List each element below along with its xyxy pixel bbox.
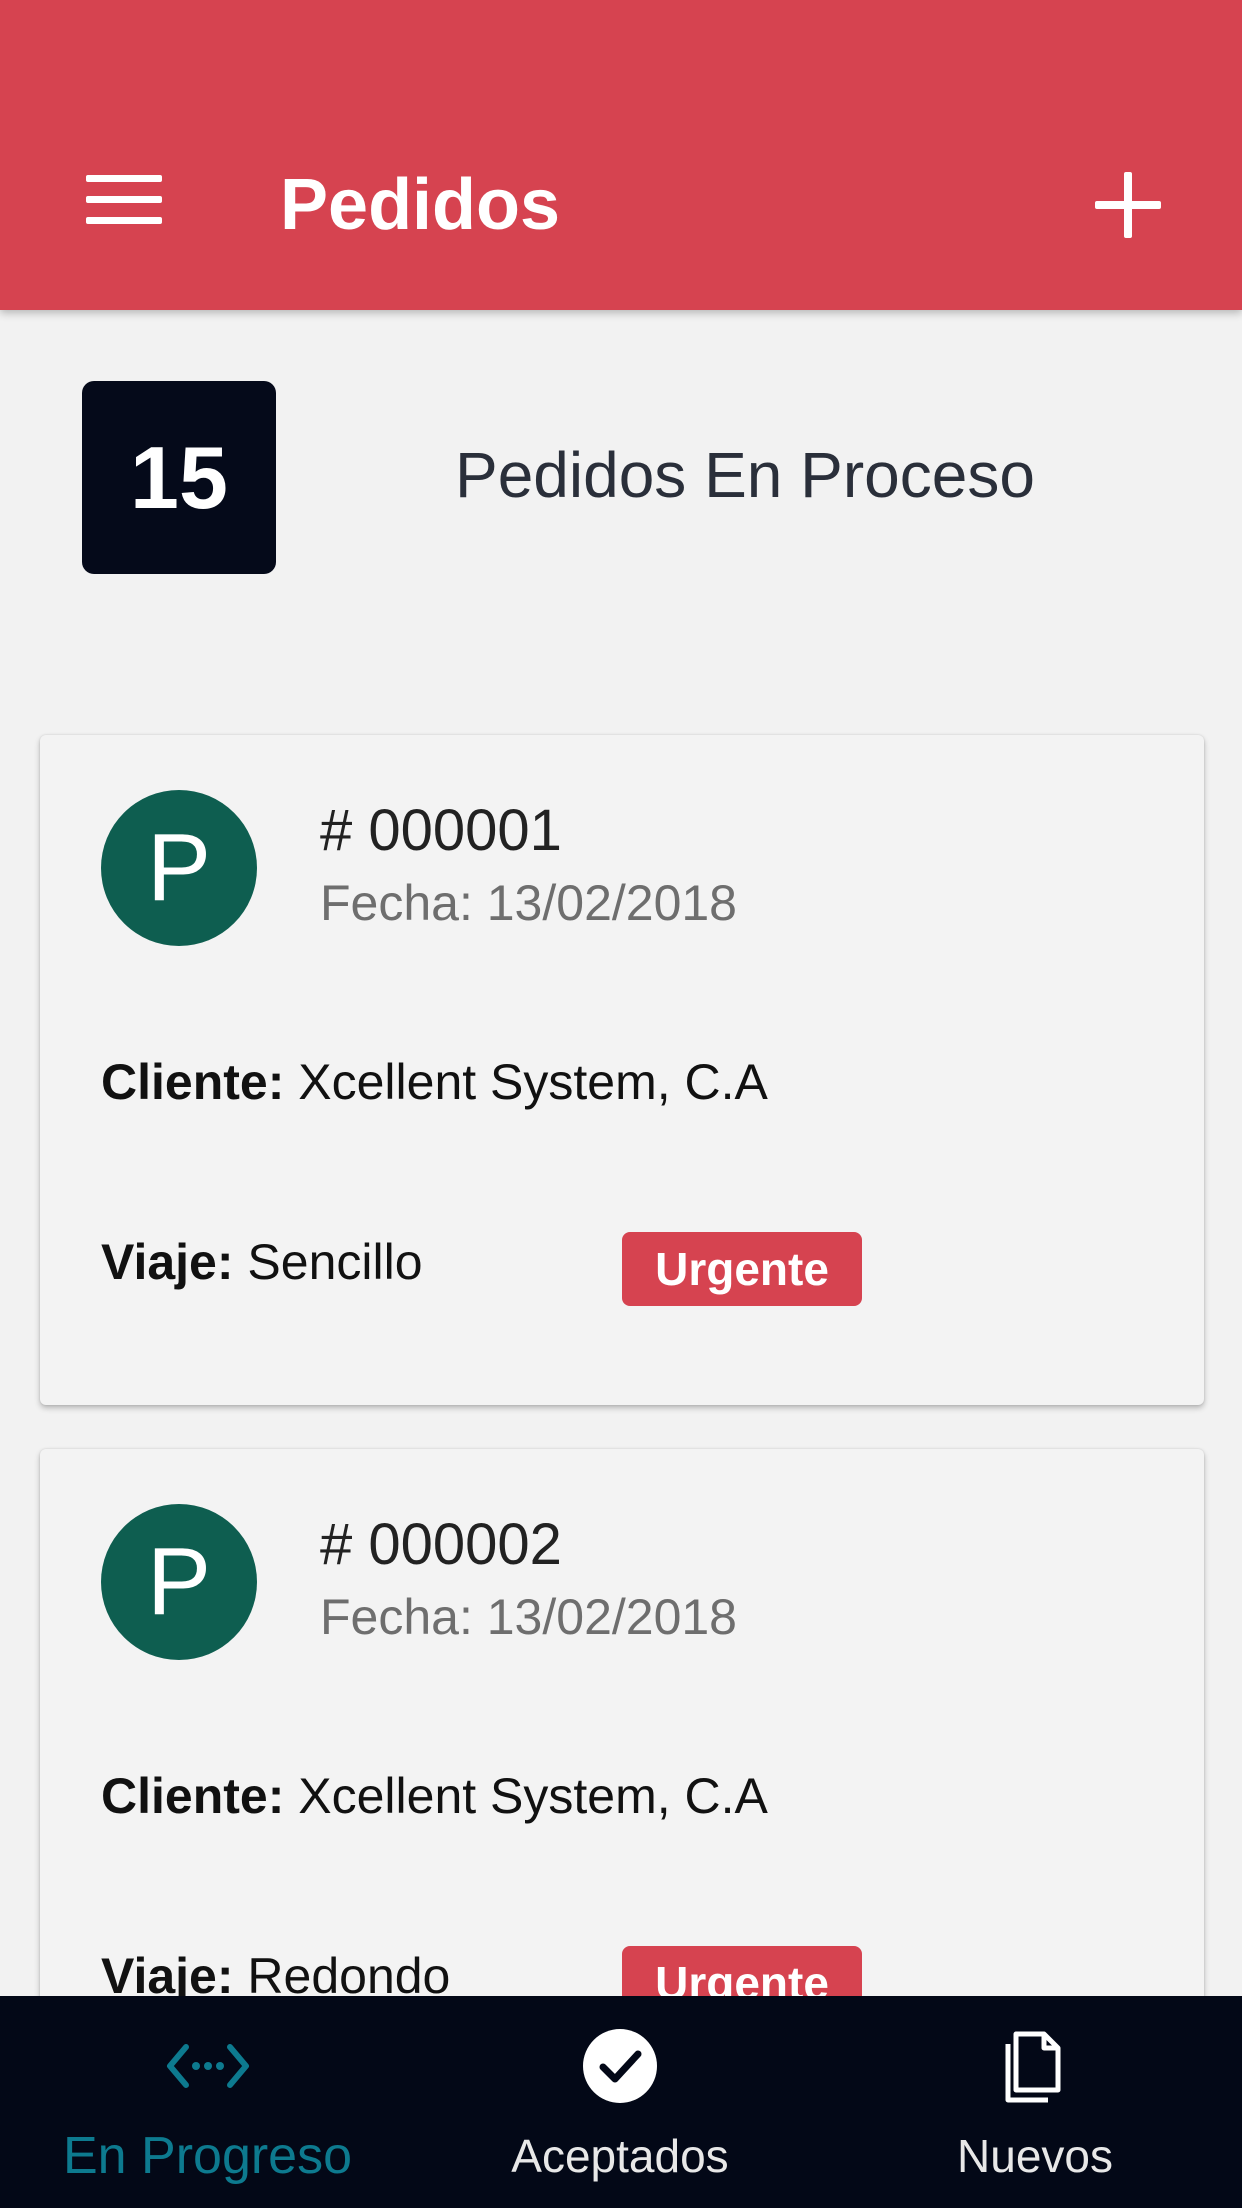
trip-label: Viaje:: [101, 1234, 234, 1290]
orders-count-label: Pedidos En Proceso: [455, 439, 1035, 511]
check-circle-icon: [581, 2006, 659, 2126]
order-number: # 000002: [320, 1512, 562, 1577]
nav-label: Nuevos: [957, 2130, 1113, 2182]
client-line: Cliente: Xcellent System, C.A: [101, 1764, 768, 1828]
avatar: P: [101, 1504, 257, 1660]
menu-button[interactable]: [74, 160, 174, 240]
client-value: Xcellent System, C.A: [298, 1768, 768, 1824]
nav-tab-nuevos[interactable]: Nuevos: [900, 1996, 1170, 2208]
hamburger-menu-icon: [86, 175, 162, 224]
nav-label: En Progreso: [62, 2127, 353, 2185]
urgent-badge: Urgente: [622, 1232, 862, 1306]
plus-icon: [1095, 172, 1161, 238]
orders-count-badge: 15: [82, 381, 276, 574]
avatar: P: [101, 790, 257, 946]
add-order-button[interactable]: [1080, 160, 1176, 250]
order-date: Fecha: 13/02/2018: [320, 875, 737, 931]
client-label: Cliente:: [101, 1054, 285, 1110]
trip-line: Viaje: Sencillo: [101, 1230, 423, 1294]
nav-tab-aceptados[interactable]: Aceptados: [460, 1996, 780, 2208]
order-card[interactable]: P # 000001 Fecha: 13/02/2018 Cliente: Xc…: [40, 735, 1204, 1405]
page-title: Pedidos: [280, 165, 561, 245]
nav-tab-en-progreso[interactable]: En Progreso: [30, 1996, 385, 2208]
order-date: Fecha: 13/02/2018: [320, 1589, 737, 1645]
nav-label: Aceptados: [511, 2130, 729, 2182]
documents-icon: [1002, 2006, 1068, 2126]
bottom-navigation: En Progreso Aceptados Nuevos: [0, 1996, 1242, 2208]
client-line: Cliente: Xcellent System, C.A: [101, 1050, 768, 1114]
order-number: # 000001: [320, 798, 562, 863]
client-value: Xcellent System, C.A: [298, 1054, 768, 1110]
app-header: Pedidos: [0, 0, 1242, 310]
client-label: Cliente:: [101, 1768, 285, 1824]
trip-value: Sencillo: [247, 1234, 423, 1290]
code-arrows-icon: [166, 2006, 250, 2126]
